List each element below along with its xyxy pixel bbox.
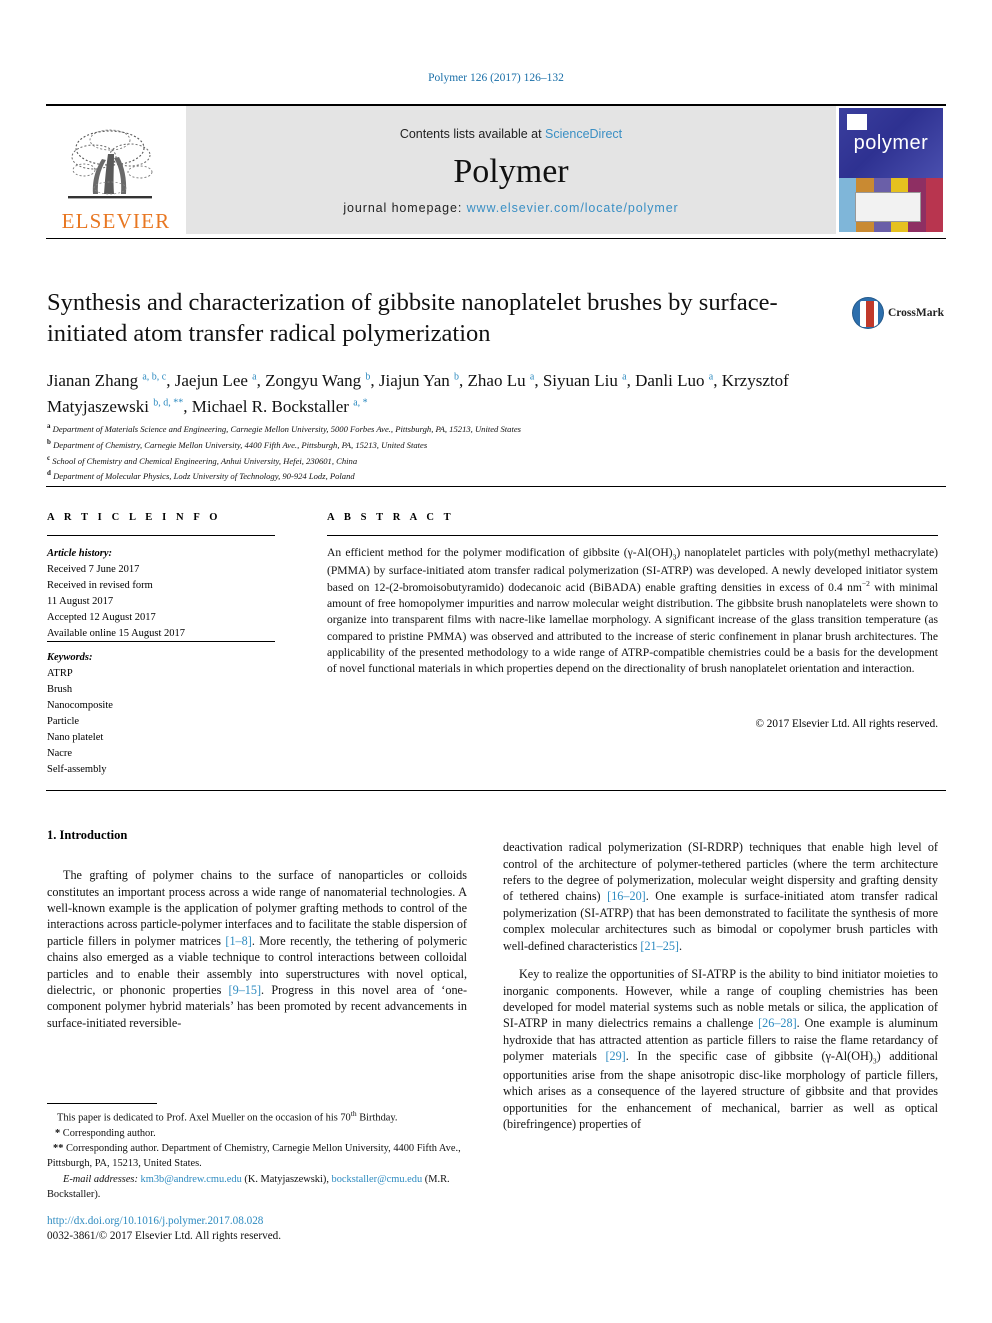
keyword-item: Nanocomposite <box>47 699 113 711</box>
affiliation-text: Department of Chemistry, Carnegie Mellon… <box>53 439 428 450</box>
footnote-corresponding-author-1: * Corresponding author. <box>55 1127 156 1139</box>
journal-homepage-line: journal homepage: www.elsevier.com/locat… <box>343 201 678 215</box>
affiliation-mark: a <box>47 422 51 430</box>
keywords-rule <box>47 641 275 642</box>
affiliation-item: d Department of Molecular Physics, Lodz … <box>47 468 877 484</box>
affiliation-mark: b <box>47 437 51 446</box>
journal-band: Contents lists available at ScienceDirec… <box>186 106 836 234</box>
footnote-block: This paper is dedicated to Prof. Axel Mu… <box>47 1108 467 1202</box>
history-item: Accepted 12 August 2017 <box>47 611 156 623</box>
keywords-label: Keywords: <box>47 652 93 663</box>
footnote-dedication: This paper is dedicated to Prof. Axel Mu… <box>57 1109 398 1124</box>
elsevier-logo: ELSEVIER <box>46 106 186 234</box>
issn-copyright-line: 0032-3861/© 2017 Elsevier Ltd. All right… <box>47 1230 282 1242</box>
affiliation-mark: c <box>47 453 51 462</box>
running-head: Polymer 126 (2017) 126–132 <box>428 72 564 84</box>
paper-page: Polymer 126 (2017) 126–132 ELSEVIER Cont… <box>0 0 992 1323</box>
affiliation-text: School of Chemistry and Chemical Enginee… <box>52 455 358 466</box>
abstract-copyright: © 2017 Elsevier Ltd. All rights reserved… <box>755 718 939 730</box>
journal-cover-thumbnail: polymer <box>836 106 946 234</box>
history-item: Received in revised form <box>47 579 153 591</box>
masthead-bottom-rule <box>46 238 946 239</box>
article-info-heading: A R T I C L E I N F O <box>47 512 222 523</box>
affiliation-text: Department of Molecular Physics, Lodz Un… <box>53 471 355 482</box>
article-history: Article history: Received 7 June 2017 Re… <box>47 546 277 642</box>
doi-link[interactable]: http://dx.doi.org/10.1016/j.polymer.2017… <box>47 1213 477 1229</box>
elsevier-wordmark: ELSEVIER <box>61 209 171 233</box>
affiliation-list: a Department of Materials Science and En… <box>47 421 877 484</box>
keyword-item: Particle <box>47 715 80 727</box>
cover-inset-plot <box>855 192 921 222</box>
homepage-prefix: journal homepage: <box>343 201 467 215</box>
affiliation-item: a Department of Materials Science and En… <box>47 421 877 437</box>
keyword-item: ATRP <box>47 667 73 679</box>
footnote-email-addresses[interactable]: E-mail addresses: km3b@andrew.cmu.edu (K… <box>47 1172 467 1203</box>
cover-journal-name: polymer <box>853 132 929 154</box>
article-info-rule <box>47 535 275 536</box>
keyword-item: Brush <box>47 683 73 695</box>
homepage-url-link[interactable]: www.elsevier.com/locate/polymer <box>467 201 679 215</box>
sciencedirect-link[interactable]: ScienceDirect <box>545 127 622 141</box>
contents-available-line: Contents lists available at ScienceDirec… <box>400 127 622 141</box>
footnote-corresponding-author-2: ** Corresponding author. Department of C… <box>47 1143 461 1170</box>
journal-masthead: ELSEVIER Contents lists available at Sci… <box>46 104 946 234</box>
info-section-top-rule <box>46 486 946 487</box>
history-item: Received 7 June 2017 <box>47 563 140 575</box>
affiliation-text: Department of Materials Science and Engi… <box>52 423 522 434</box>
keyword-item: Self-assembly <box>47 763 107 775</box>
author-list: Jianan Zhang a, b, c, Jaejun Lee a, Zong… <box>47 371 789 416</box>
history-item: Available online 15 August 2017 <box>47 627 186 639</box>
section-heading-introduction: 1. Introduction <box>47 828 128 842</box>
crossmark-label: CrossMark <box>887 307 944 319</box>
body-column-left: The grafting of polymer chains to the su… <box>47 868 468 1030</box>
affiliation-item: b Department of Chemistry, Carnegie Mell… <box>47 437 877 453</box>
elsevier-tree-icon <box>68 129 153 199</box>
abstract-rule <box>327 535 938 536</box>
cover-image: polymer <box>839 108 943 232</box>
body-top-rule <box>46 790 946 791</box>
page-title: Synthesis and characterization of gibbsi… <box>47 289 778 347</box>
crossmark-icon <box>852 297 884 329</box>
keyword-item: Nano platelet <box>47 731 104 743</box>
history-item: 11 August 2017 <box>47 595 114 607</box>
body-column-right: deactivation radical polymerization (SI-… <box>503 840 939 1131</box>
footnote-separator-rule <box>47 1103 157 1104</box>
affiliation-item: c School of Chemistry and Chemical Engin… <box>47 453 877 469</box>
keywords-block: Keywords: ATRP Brush Nanocomposite Parti… <box>47 650 277 778</box>
abstract-text: An efficient method for the polymer modi… <box>327 546 938 675</box>
cover-elsevier-mark-icon <box>847 114 867 130</box>
abstract-heading: A B S T R A C T <box>327 512 455 523</box>
crossmark-badge[interactable]: CrossMark <box>852 292 944 334</box>
affiliation-mark: d <box>47 469 51 478</box>
keyword-item: Nacre <box>47 747 73 759</box>
contents-prefix: Contents lists available at <box>399 127 546 141</box>
journal-title: Polymer <box>453 153 569 190</box>
article-history-label: Article history: <box>47 548 113 559</box>
